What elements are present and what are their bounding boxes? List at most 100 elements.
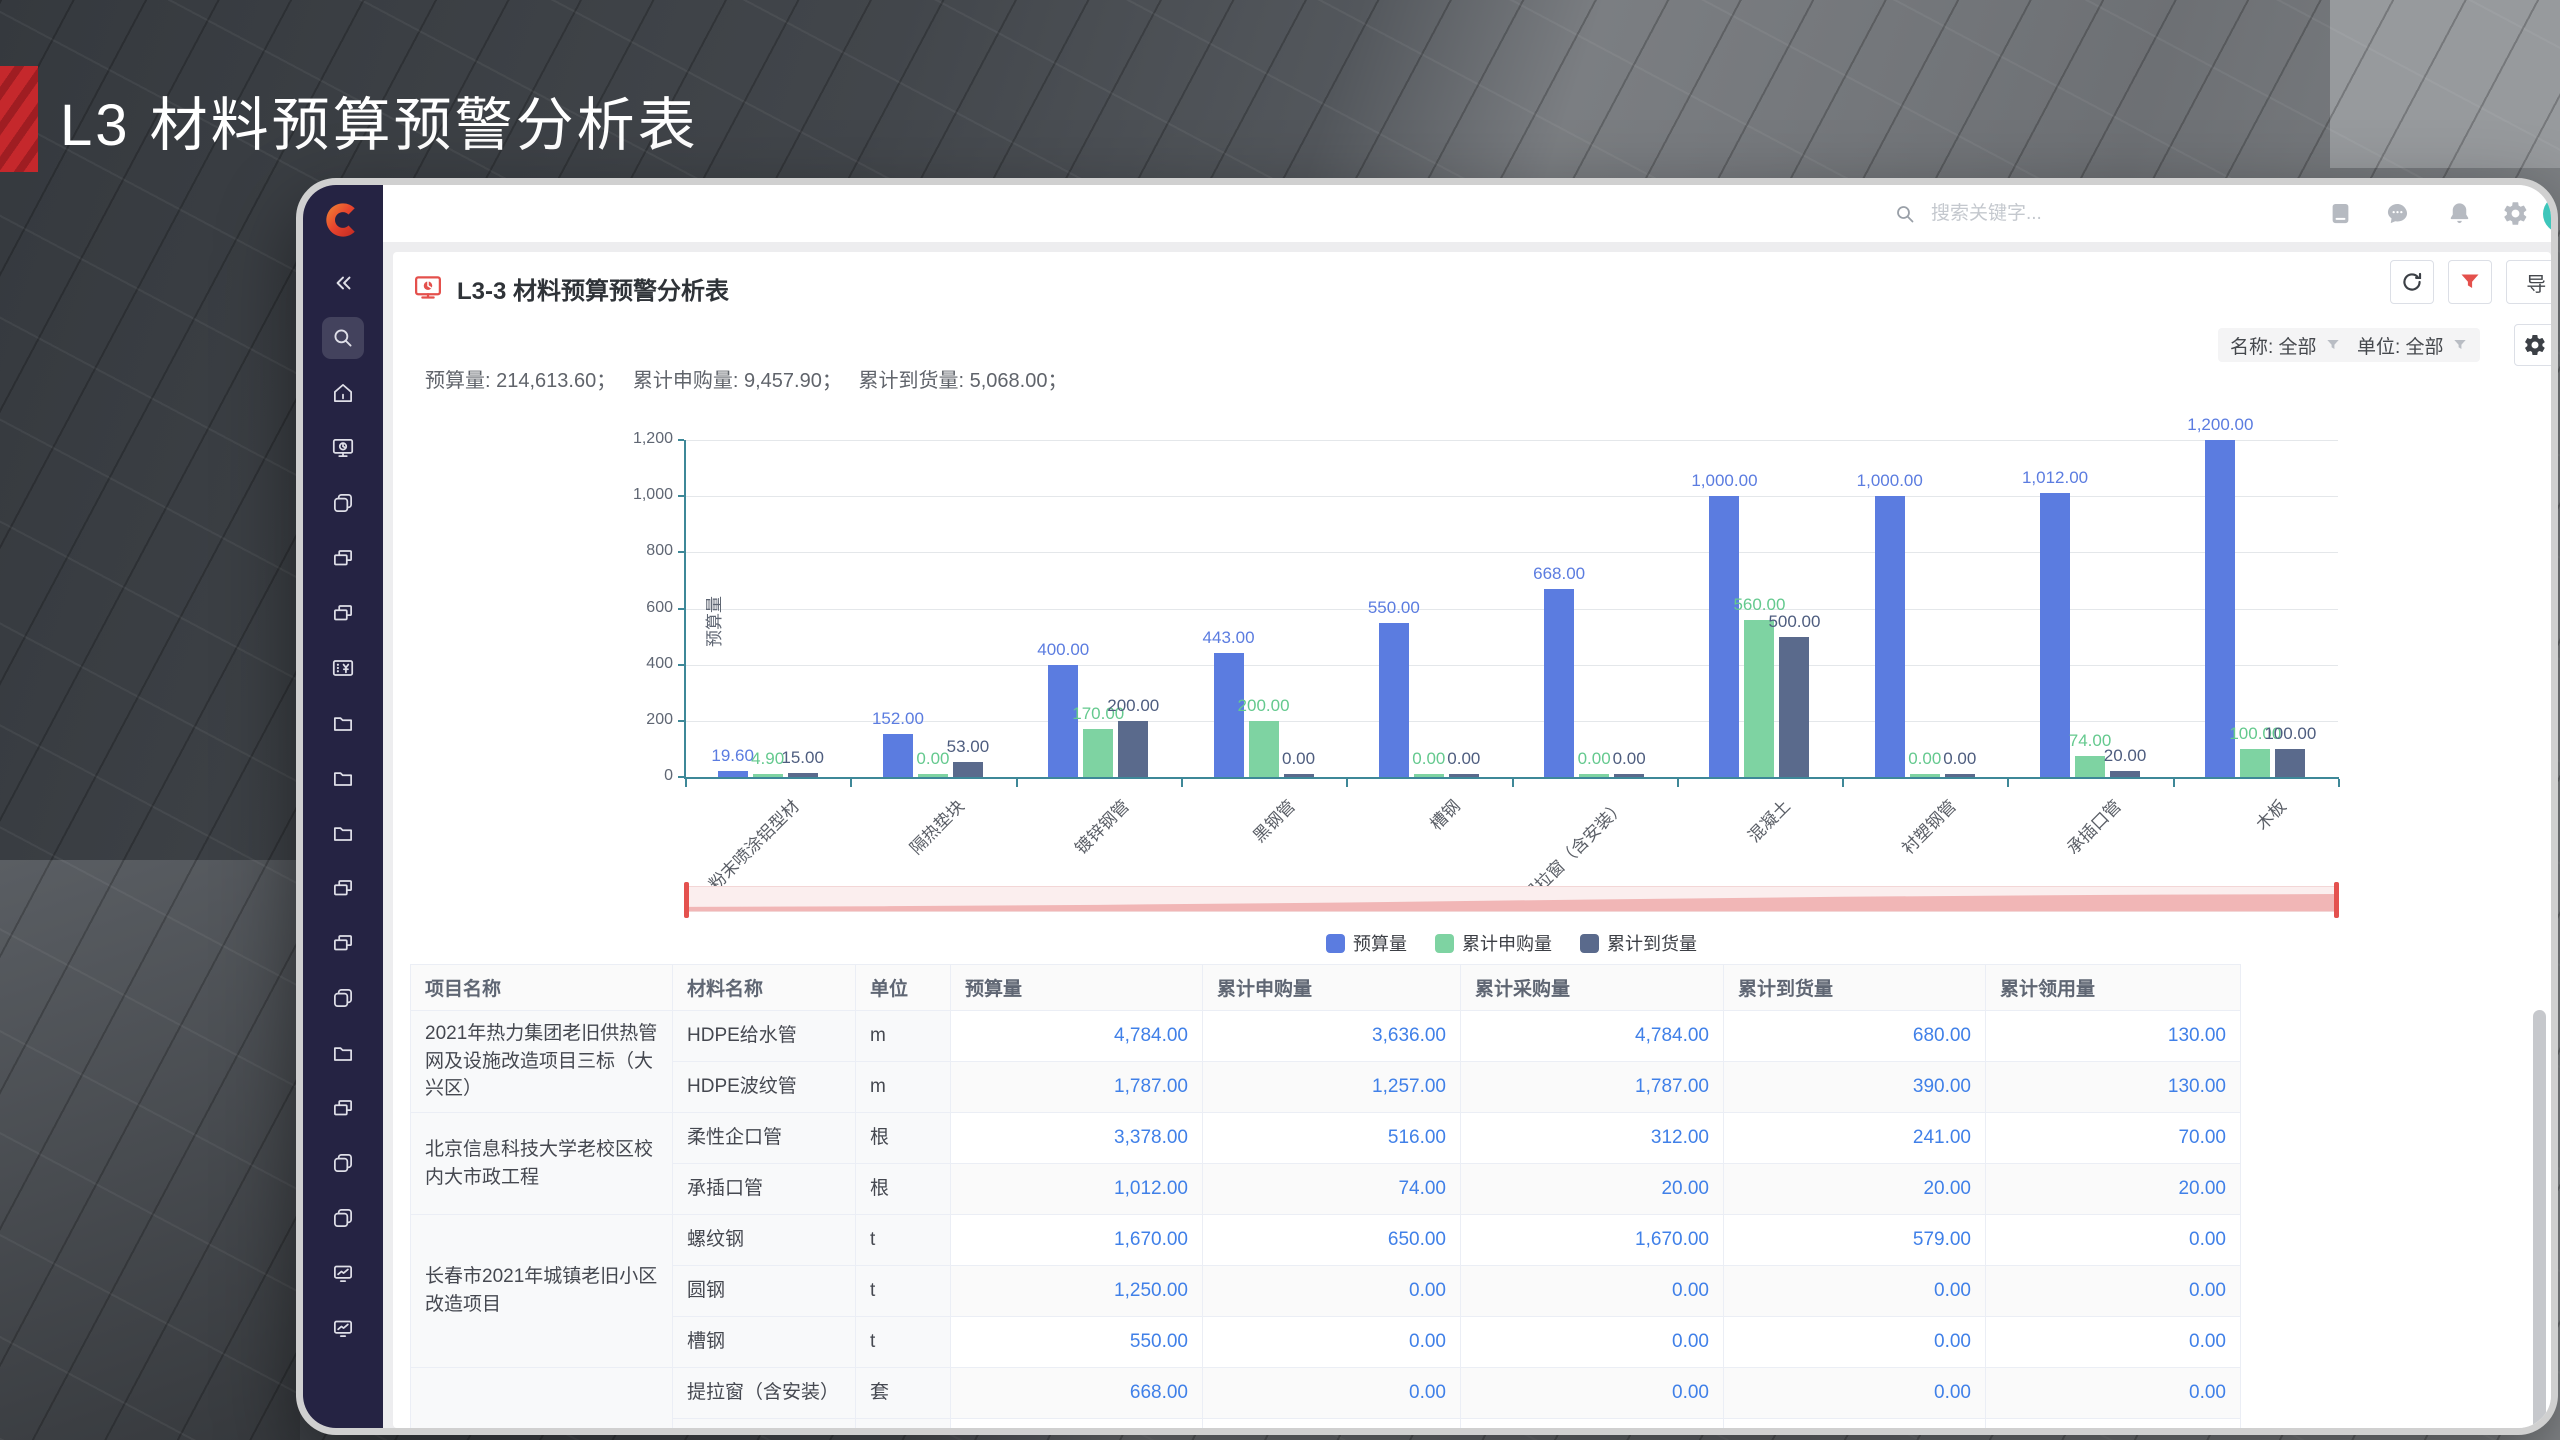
table-header-单位: 单位 (855, 964, 951, 1011)
sidebar-item-folder-1[interactable] (303, 695, 383, 750)
x-axis-tick (1180, 779, 1183, 787)
global-search (1893, 185, 2263, 242)
messages-icon[interactable] (2384, 200, 2411, 227)
bar-预算量-粉末喷涂铝型材 (717, 771, 748, 777)
legend-label: 累计到货量 (1607, 934, 1697, 954)
sidebar-item-module-1[interactable] (303, 475, 383, 530)
table-row[interactable]: 提拉窗（含安装）套 668.00 0.00 0.00 0.00 0.00 (410, 1367, 2241, 1428)
windows-icon (322, 1087, 364, 1129)
folder-icon (322, 757, 364, 799)
settings-icon[interactable] (2502, 200, 2529, 227)
table-row[interactable]: 承插口管根 1,012.00 74.00 20.00 20.00 20.00 (411, 1163, 2241, 1215)
sidebar-item-module-5[interactable] (303, 915, 383, 970)
table-row[interactable]: 长春市2021年城镇老旧小区改造项目 螺纹钢 t 1,670.00 650.00 1,67… (410, 1214, 2241, 1368)
legend-item-预算量[interactable]: 预算量 (1326, 930, 1407, 956)
sidebar-item-module-9[interactable] (303, 1190, 383, 1245)
manual-icon[interactable] (2327, 200, 2354, 227)
vertical-scrollbar-thumb[interactable] (2533, 1010, 2546, 1428)
x-axis-category-label: 镀锌钢管 (1071, 796, 1134, 859)
sidebar-item-invoice[interactable] (303, 640, 383, 695)
cell-value: 0.00 (1460, 1367, 1724, 1419)
cell-value: 20.00 (1985, 1163, 2241, 1215)
sidebar-item-folder-3[interactable] (303, 805, 383, 860)
legend-item-累计到货量[interactable]: 累计到货量 (1580, 930, 1697, 956)
bar-预算量-衬塑钢管 (1874, 496, 1905, 777)
cell-unit (855, 1418, 951, 1428)
sidebar-item-module-7[interactable] (303, 1080, 383, 1135)
title-accent-bar (0, 66, 38, 172)
table-row[interactable]: 2021年热力集团老旧供热管网及设施改造项目三标（大兴区） HDPE给水管 m 4,7… (410, 1010, 2241, 1113)
sidebar-item-dashboard[interactable] (303, 420, 383, 475)
user-avatar[interactable] (2543, 195, 2551, 233)
bar-value-label: 443.00 (1202, 627, 1255, 647)
bar-value-label: 500.00 (1768, 611, 1821, 631)
background-glass-facet (0, 860, 300, 1440)
datazoom-handle-left[interactable] (684, 882, 689, 918)
cell-project-name (410, 1367, 673, 1428)
content-area: L3-3 材料预算预警分析表 导 出 名称: 全部 (383, 242, 2551, 1428)
windows-icon (322, 867, 364, 909)
legend-item-累计申购量[interactable]: 累计申购量 (1435, 930, 1552, 956)
datazoom-handle-right[interactable] (2334, 882, 2339, 918)
sidebar-item-report-1[interactable] (303, 1245, 383, 1300)
bar-value-label: 53.00 (946, 737, 990, 757)
trend-icon (322, 1307, 364, 1349)
bar-value-label: 100.00 (2264, 723, 2317, 743)
windows-icon (322, 537, 364, 579)
sidebar-item-module-4[interactable] (303, 860, 383, 915)
y-axis-tick-label: 1,000 (632, 486, 673, 504)
legend-swatch (1326, 933, 1345, 953)
bar-预算量-混凝土 (1709, 496, 1740, 777)
cell-value: 241.00 (1723, 1112, 1986, 1164)
x-axis-category-label: 槽钢 (1426, 796, 1464, 835)
notifications-icon[interactable] (2446, 200, 2473, 227)
data-table: 项目名称 材料名称 单位 预算量 累计申购量 累计采购量 累计到货量 累计领用量 2021年热力… (410, 964, 2241, 1428)
sidebar-item-module-8[interactable] (303, 1135, 383, 1190)
sidebar-item-module-2[interactable] (303, 530, 383, 585)
bar-value-label: 152.00 (871, 709, 924, 729)
y-axis-tick-label: 600 (646, 598, 673, 616)
bar-value-label: 1,000.00 (1691, 471, 1758, 491)
folder-icon (322, 702, 364, 744)
cell-material-name: 承插口管 (672, 1163, 856, 1215)
bar-value-label: 1,000.00 (1856, 471, 1923, 491)
bar-累计申购量-镀锌钢管 (1083, 729, 1114, 777)
cell-value: 516.00 (1202, 1112, 1461, 1164)
sidebar-item-module-6[interactable] (303, 970, 383, 1025)
gridline (685, 552, 2338, 554)
bar-累计申购量-衬塑钢管 (1909, 774, 1940, 777)
cell-value: 550.00 (950, 1316, 1203, 1368)
sidebar-item-folder-2[interactable] (303, 750, 383, 805)
cell-value: 579.00 (1723, 1214, 1986, 1266)
cell-material-name (672, 1418, 856, 1428)
cell-unit: t (855, 1265, 951, 1317)
datazoom-shadow-area (686, 894, 2337, 911)
sidebar-item-home[interactable] (303, 365, 383, 420)
table-row[interactable]: 槽钢 t 550.00 0.00 0.00 0.00 0.00 (411, 1316, 2241, 1368)
table-row[interactable]: 圆钢 t 1,250.00 0.00 0.00 0.00 0.00 (411, 1265, 2241, 1317)
bar-value-label: 200.00 (1237, 695, 1290, 715)
search-input[interactable] (1929, 201, 2263, 226)
logo-c-icon (326, 203, 355, 237)
table-row[interactable] (411, 1418, 2241, 1428)
cell-value: 0.00 (1985, 1214, 2241, 1266)
datazoom-slider[interactable] (684, 882, 2339, 918)
bar-累计申购量-槽钢 (1413, 774, 1444, 777)
sidebar-item-folder-4[interactable] (303, 1025, 383, 1080)
gridline (685, 664, 2338, 666)
bar-value-label: 400.00 (1037, 639, 1090, 659)
sidebar-item-search[interactable] (303, 310, 383, 365)
sidebar-item-module-3[interactable] (303, 585, 383, 640)
cell-material-name: 螺纹钢 (672, 1214, 856, 1266)
table-row[interactable]: 北京信息科技大学老校区校内大市政工程 柔性企口管根 3,378.00 516.00 31… (410, 1112, 2241, 1215)
home-icon (322, 372, 364, 414)
app-logo[interactable] (303, 185, 383, 255)
table-row[interactable]: HDPE波纹管 m 1,787.00 1,257.00 1,787.00 390.00 13… (411, 1061, 2241, 1113)
sidebar-item-report-2[interactable] (303, 1300, 383, 1355)
cell-value: 0.00 (1723, 1367, 1986, 1419)
cell-project-name: 北京信息科技大学老校区校内大市政工程 (410, 1112, 673, 1215)
x-axis-tick (2172, 779, 2175, 787)
cell-value: 1,257.00 (1202, 1061, 1461, 1113)
cell-value: 20.00 (1460, 1163, 1724, 1215)
sidebar-item-collapse[interactable] (303, 255, 383, 310)
